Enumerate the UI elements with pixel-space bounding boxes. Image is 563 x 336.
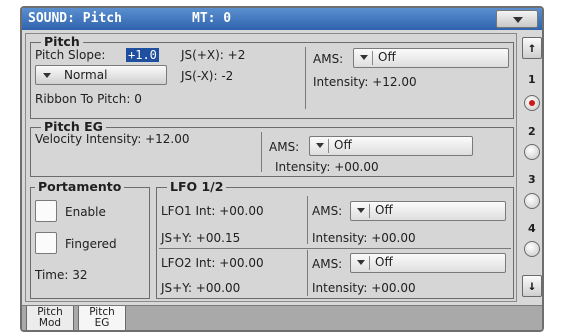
pitch-intensity[interactable]: Intensity: +12.00 bbox=[313, 75, 417, 89]
sound-pitch-screen: SOUND: Pitch MT: 0 Pitch Pitch Slope: +1… bbox=[20, 6, 544, 332]
pitch-eg-intensity[interactable]: Intensity: +00.00 bbox=[275, 160, 379, 174]
pitch-eg-ams-value: Off bbox=[334, 138, 352, 152]
lfo-group: LFO 1/2 LFO1 Int: +00.00 JS+Y: +00.15 AM… bbox=[156, 180, 514, 299]
mt-indicator: MT: 0 bbox=[192, 11, 232, 26]
fingered-checkbox[interactable] bbox=[35, 232, 57, 254]
pitch-slope-label: Pitch Slope: bbox=[35, 48, 106, 62]
pitch-ams-popup[interactable]: Off bbox=[353, 48, 509, 68]
lfo2-ams-value: Off bbox=[375, 255, 393, 269]
tab-bar: Pitch Mod Pitch EG bbox=[22, 305, 542, 330]
arrow-down-icon: ↓ bbox=[527, 278, 537, 294]
pitch-mode-value: Normal bbox=[64, 68, 108, 82]
pitch-eg-divider bbox=[261, 132, 262, 172]
popup-separator bbox=[372, 51, 373, 65]
title-bar: SOUND: Pitch MT: 0 bbox=[22, 8, 542, 30]
main-panel: Pitch Pitch Slope: +1.0 JS(+X): +2 Norma… bbox=[25, 33, 517, 302]
fingered-label: Fingered bbox=[65, 237, 117, 251]
enable-label: Enable bbox=[65, 205, 106, 219]
page-2-radio[interactable] bbox=[524, 144, 540, 160]
tab-pitch-mod[interactable]: Pitch Mod bbox=[26, 306, 74, 330]
page-3-radio[interactable] bbox=[524, 193, 540, 209]
lfo1-ams-popup[interactable]: Off bbox=[350, 201, 506, 221]
portamento-time[interactable]: Time: 32 bbox=[35, 268, 88, 282]
page-4-radio[interactable] bbox=[524, 241, 540, 257]
pitch-group: Pitch Pitch Slope: +1.0 JS(+X): +2 Norma… bbox=[30, 35, 514, 119]
lfo1-intensity-value[interactable]: LFO1 Int: +00.00 bbox=[161, 204, 264, 218]
scroll-down-button[interactable]: ↓ bbox=[522, 275, 542, 297]
page-title: SOUND: Pitch bbox=[28, 11, 122, 26]
pitch-ams-label: AMS: bbox=[313, 52, 344, 66]
page-number-3: 3 bbox=[528, 173, 536, 186]
lfo2-js-y[interactable]: JS+Y: +00.00 bbox=[161, 281, 240, 295]
lfo2-intensity-value[interactable]: LFO2 Int: +00.00 bbox=[161, 256, 264, 270]
pitch-group-title: Pitch bbox=[41, 35, 83, 49]
chevron-down-icon bbox=[360, 55, 368, 60]
pitch-divider bbox=[305, 47, 306, 109]
chevron-down-icon bbox=[357, 208, 365, 213]
lfo1-js-y[interactable]: JS+Y: +00.15 bbox=[161, 231, 240, 245]
ribbon-to-pitch[interactable]: Ribbon To Pitch: 0 bbox=[35, 92, 142, 106]
popup-separator bbox=[328, 139, 329, 153]
tab-pitch-eg[interactable]: Pitch EG bbox=[78, 306, 126, 330]
scroll-up-button[interactable]: ↑ bbox=[522, 37, 542, 59]
lfo1-ams-label: AMS: bbox=[312, 204, 343, 218]
lfo-separator bbox=[159, 248, 511, 249]
chevron-down-icon bbox=[357, 260, 365, 265]
pitch-slope-value[interactable]: +1.0 bbox=[126, 48, 159, 62]
lfo-group-title: LFO 1/2 bbox=[167, 180, 227, 194]
chevron-down-icon bbox=[43, 73, 51, 78]
page-number-1: 1 bbox=[528, 73, 536, 86]
lfo2-divider bbox=[307, 250, 308, 296]
lfo1-divider bbox=[307, 196, 308, 244]
pitch-eg-ams-label: AMS: bbox=[269, 140, 300, 154]
page-number-2: 2 bbox=[528, 125, 536, 138]
lfo2-ams-label: AMS: bbox=[312, 257, 343, 271]
js-plus-x[interactable]: JS(+X): +2 bbox=[181, 48, 245, 62]
page-number-4: 4 bbox=[528, 222, 536, 235]
arrow-up-icon: ↑ bbox=[527, 40, 537, 56]
pitch-mode-popup[interactable]: Normal bbox=[35, 65, 167, 85]
pitch-eg-ams-popup[interactable]: Off bbox=[309, 136, 473, 156]
enable-checkbox[interactable] bbox=[35, 200, 57, 222]
popup-separator bbox=[369, 256, 370, 270]
tab-pitch-eg-line2: EG bbox=[94, 317, 110, 329]
lfo1-ams-value: Off bbox=[375, 203, 393, 217]
lfo2-ams-popup[interactable]: Off bbox=[350, 253, 506, 273]
pitch-eg-group: Pitch EG Velocity Intensity: +12.00 AMS:… bbox=[30, 120, 514, 177]
lfo1-ams-intensity[interactable]: Intensity: +00.00 bbox=[312, 231, 416, 245]
velocity-intensity[interactable]: Velocity Intensity: +12.00 bbox=[35, 132, 190, 146]
chevron-down-icon bbox=[316, 143, 324, 148]
tab-pitch-mod-line2: Mod bbox=[38, 317, 62, 329]
js-minus-x[interactable]: JS(-X): -2 bbox=[181, 69, 233, 83]
lfo2-ams-intensity[interactable]: Intensity: +00.00 bbox=[312, 281, 416, 295]
pitch-ams-value: Off bbox=[378, 50, 396, 64]
page-selector: ↑ 1 2 3 4 ↓ bbox=[522, 33, 542, 302]
portamento-group-title: Portamento bbox=[35, 180, 125, 194]
page-menu-button[interactable] bbox=[496, 10, 538, 28]
popup-separator bbox=[369, 204, 370, 218]
portamento-group: Portamento Enable Fingered Time: 32 bbox=[30, 180, 150, 299]
page-1-radio[interactable] bbox=[524, 95, 540, 111]
